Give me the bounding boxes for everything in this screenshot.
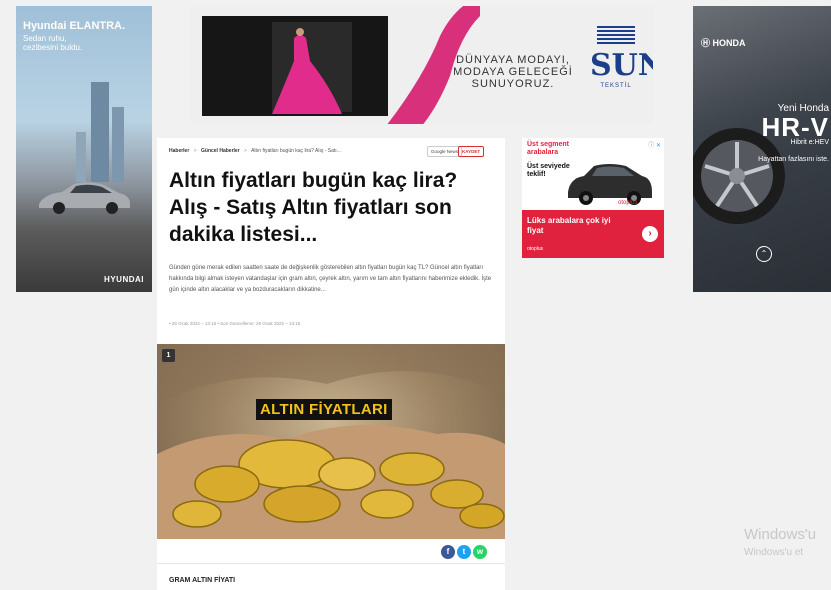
honda-logo-text: HONDA bbox=[712, 38, 746, 48]
breadcrumb-separator: > bbox=[244, 148, 247, 154]
banner-copy-line: DÜNYAYA MODAYI, bbox=[456, 54, 570, 66]
breadcrumb-current: Altın fiyatları bugün kaç lira? Alış - S… bbox=[251, 148, 341, 154]
whatsapp-share-icon[interactable]: w bbox=[473, 545, 487, 559]
image-counter-badge: 1 bbox=[162, 349, 175, 362]
section-heading: GRAM ALTIN FİYATI bbox=[169, 577, 236, 584]
banner-copy: DÜNYAYA MODAYI, MODAYA GELECEĞİ SUNUYORU… bbox=[433, 54, 593, 90]
sun-tekstil-banner[interactable]: DÜNYAYA MODAYI, MODAYA GELECEĞİ SUNUYORU… bbox=[190, 6, 653, 124]
divider bbox=[157, 563, 505, 564]
windows-activation-watermark: Windows'u bbox=[744, 526, 817, 543]
building-graphic bbox=[112, 107, 124, 182]
hero-image[interactable]: 1 ALTIN FİYATLARI bbox=[157, 344, 505, 539]
suv-image bbox=[568, 164, 652, 205]
hyundai-ad[interactable]: Hyundai ELANTRA. Sedan ruhu, cezibesini … bbox=[16, 6, 152, 292]
breadcrumb-category[interactable]: Güncel Haberler bbox=[201, 148, 240, 154]
article-lead: Günden güne merak edilen saatten saate d… bbox=[169, 265, 492, 293]
otoplus-ad[interactable]: Üst segment arabalara Üst seviyede tekli… bbox=[522, 138, 664, 258]
article-meta: • 28 Ocak 2022 – 13:16 • Son Güncelleme:… bbox=[169, 321, 301, 326]
breadcrumb-separator: > bbox=[193, 148, 197, 154]
breadcrumb-home[interactable]: Haberler bbox=[169, 148, 189, 154]
windows-activation-watermark-sub: Windows'u et bbox=[744, 547, 804, 558]
save-button[interactable]: KAYDET bbox=[458, 146, 485, 157]
sun-subtitle: TEKSTİL bbox=[600, 83, 632, 89]
otoplus-logo: otoplus bbox=[618, 200, 638, 206]
hybrid-label: Hibrit e:HEV bbox=[790, 139, 829, 146]
article-card: Haberler > Güncel Haberler > Altın fiyat… bbox=[157, 138, 505, 590]
building-graphic bbox=[91, 82, 109, 182]
otoplus-logo: otoplus bbox=[527, 246, 544, 252]
google-news-button[interactable]: Google News bbox=[427, 146, 463, 157]
sun-logo: SUN TEKSTİL bbox=[590, 24, 653, 89]
honda-logo: Ⓗ HONDA bbox=[701, 38, 746, 48]
gold-coins-image bbox=[157, 344, 505, 539]
fashion-photo bbox=[202, 16, 388, 116]
hero-caption: ALTIN FİYATLARI bbox=[256, 399, 392, 420]
ad-brand: Hyundai ELANTRA. bbox=[23, 20, 126, 32]
building-graphic bbox=[76, 132, 86, 182]
hyundai-logo: HYUNDAI bbox=[104, 275, 144, 284]
article-title: Altın fiyatları bugün kaç lira? Alış - S… bbox=[169, 169, 458, 246]
slogan: Hayattan fazlasını iste. bbox=[758, 156, 829, 163]
facebook-share-icon[interactable]: f bbox=[441, 545, 455, 559]
ad-offer-text: Lüks arabalara çok iyi fiyat bbox=[527, 216, 611, 235]
car-image bbox=[39, 182, 130, 214]
banner-copy-line: SUNUYORUZ. bbox=[471, 78, 555, 90]
breadcrumb: Haberler > Güncel Haberler > Altın fiyat… bbox=[169, 148, 341, 154]
honda-ad[interactable]: Ⓗ HONDA Yeni Honda HR-V Hibrit e:HEV Hay… bbox=[693, 6, 831, 292]
sun-rays-icon bbox=[597, 26, 635, 44]
chevron-up-icon[interactable]: ⌃ bbox=[756, 246, 772, 262]
ad-tagline: Sedan ruhu, cezibesini buldu. bbox=[23, 34, 83, 52]
sun-wordmark: SUN bbox=[590, 48, 653, 83]
chevron-right-icon[interactable]: › bbox=[642, 226, 658, 242]
banner-copy-line: MODAYA GELECEĞİ bbox=[453, 66, 573, 78]
twitter-share-icon[interactable]: t bbox=[457, 545, 471, 559]
ad-choices-icon[interactable]: ⓘ ✕ bbox=[648, 140, 661, 149]
